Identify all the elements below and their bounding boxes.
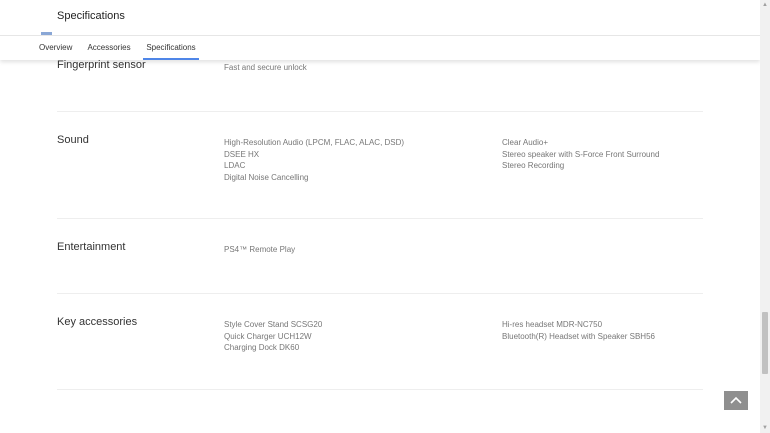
spec-section-key-accessories: Key accessories Style Cover Stand SCSG20… — [57, 294, 703, 390]
spec-item: Digital Noise Cancelling — [224, 172, 309, 182]
spec-section-sound: Sound High-Resolution Audio (LPCM, FLAC,… — [57, 112, 703, 219]
section-title: Fingerprint sensor — [57, 59, 146, 71]
back-to-top-button[interactable] — [724, 391, 748, 410]
section-left-column: Fast and secure unlock — [224, 62, 307, 74]
section-left-column: High-Resolution Audio (LPCM, FLAC, ALAC,… — [224, 137, 404, 183]
spec-item: PS4™ Remote Play — [224, 245, 296, 254]
tab-overview[interactable]: Overview — [39, 36, 72, 60]
sticky-header: Specifications Overview Accessories Spec… — [0, 0, 760, 60]
scrollbar-thumb[interactable] — [762, 312, 768, 374]
section-right-column: Hi-res headset MDR-NC750 Bluetooth(R) He… — [502, 319, 655, 342]
page-title: Specifications — [57, 10, 125, 22]
spec-item: Quick Charger UCH12W — [224, 331, 312, 341]
section-title: Entertainment — [57, 241, 126, 253]
page-viewport: Fingerprint sensor Fast and secure unloc… — [0, 0, 760, 433]
section-title: Key accessories — [57, 316, 138, 328]
scroll-up-arrow-icon[interactable]: ▲ — [760, 0, 770, 10]
spec-section-entertainment: Entertainment PS4™ Remote Play — [57, 219, 703, 294]
chevron-up-icon — [730, 396, 742, 404]
spec-item: Stereo Recording — [502, 161, 565, 170]
spec-item: Bluetooth(R) Headset with Speaker SBH56 — [502, 331, 655, 341]
spec-item: LDAC — [224, 161, 246, 170]
spec-item: Clear Audio+ — [502, 138, 549, 147]
tab-accessories[interactable]: Accessories — [87, 36, 131, 60]
spec-item: Charging Dock DK60 — [224, 343, 300, 352]
spec-item: DSEE HX — [224, 149, 260, 159]
section-left-column: PS4™ Remote Play — [224, 244, 295, 256]
spec-item: Fast and secure unlock — [224, 63, 307, 72]
spec-item: Hi-res headset MDR-NC750 — [502, 320, 603, 329]
spec-item: Style Cover Stand SCSG20 — [224, 320, 323, 329]
tab-specifications[interactable]: Specifications — [143, 36, 199, 60]
vertical-scrollbar[interactable]: ▲ ▼ — [760, 0, 770, 433]
section-title: Sound — [57, 134, 89, 146]
spec-item: High-Resolution Audio (LPCM, FLAC, ALAC,… — [224, 138, 405, 147]
section-left-column: Style Cover Stand SCSG20 Quick Charger U… — [224, 319, 322, 354]
section-right-column: Clear Audio+ Stereo speaker with S-Force… — [502, 137, 659, 172]
spec-item: Stereo speaker with S-Force Front Surrou… — [502, 149, 660, 159]
scroll-down-arrow-icon[interactable]: ▼ — [760, 423, 770, 433]
